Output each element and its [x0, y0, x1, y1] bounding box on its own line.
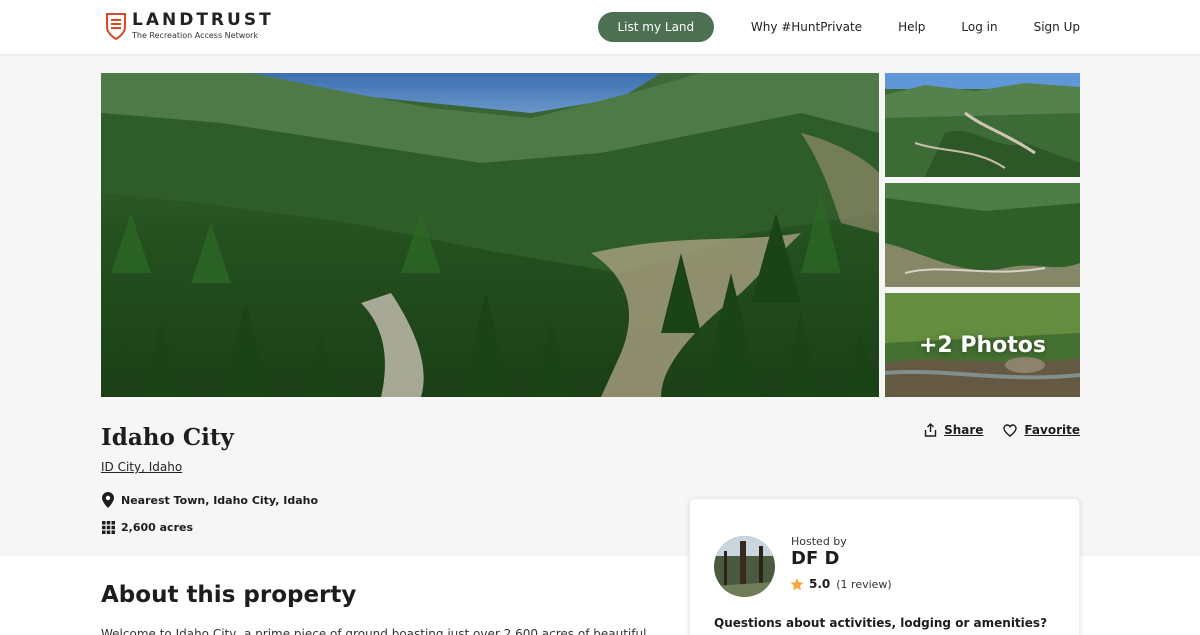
thumbnail-photo-1[interactable] [885, 73, 1080, 177]
main-nav: List my Land Why #HuntPrivate Help Log i… [597, 12, 1080, 42]
about-title: About this property [101, 582, 357, 608]
favorite-label: Favorite [1024, 423, 1080, 437]
property-actions: Share Favorite [924, 423, 1080, 437]
grid-icon [101, 519, 115, 535]
review-count[interactable]: (1 review) [836, 578, 891, 591]
star-icon [790, 577, 804, 590]
photo-gallery: +2 Photos [101, 73, 1080, 397]
host-rating: 5.0 (1 review) [790, 577, 892, 591]
favorite-button[interactable]: Favorite [1003, 423, 1080, 437]
logo-title: LANDTRUST [132, 10, 274, 30]
shield-logo-icon [106, 13, 126, 40]
thumbnail-photo-2[interactable] [885, 183, 1080, 287]
more-photos-label[interactable]: +2 Photos [885, 293, 1080, 397]
host-card: Hosted by DF D 5.0 (1 review) Questions … [689, 498, 1080, 635]
logo-subtitle: The Recreation Access Network [132, 31, 259, 40]
list-my-land-button[interactable]: List my Land [597, 12, 714, 42]
nav-sign-up[interactable]: Sign Up [1034, 20, 1080, 34]
nav-log-in[interactable]: Log in [961, 20, 997, 34]
about-text: Welcome to Idaho City, a prime piece of … [101, 627, 647, 635]
heart-icon [1003, 423, 1018, 437]
property-title: Idaho City [101, 424, 234, 451]
site-header: LANDTRUST The Recreation Access Network … [0, 0, 1200, 54]
property-location-link[interactable]: ID City, Idaho [101, 460, 182, 474]
nearest-town-row: Nearest Town, Idaho City, Idaho [101, 492, 318, 508]
share-label: Share [944, 423, 984, 437]
nearest-town-text: Nearest Town, Idaho City, Idaho [121, 493, 319, 507]
nav-help[interactable]: Help [898, 20, 925, 34]
nav-why-huntprivate[interactable]: Why #HuntPrivate [751, 20, 862, 34]
location-pin-icon [101, 492, 115, 508]
share-button[interactable]: Share [924, 423, 983, 437]
host-name[interactable]: DF D [791, 548, 839, 569]
landtrust-logo[interactable]: LANDTRUST The Recreation Access Network [106, 12, 274, 41]
host-avatar[interactable] [714, 536, 775, 597]
main-photo[interactable] [101, 73, 879, 397]
rating-value: 5.0 [809, 577, 831, 591]
acres-row: 2,600 acres [101, 519, 193, 535]
hosted-by-label: Hosted by [791, 535, 847, 548]
thumbnail-more-photos[interactable]: +2 Photos [885, 293, 1080, 397]
share-icon [924, 423, 937, 437]
acres-text: 2,600 acres [121, 520, 193, 534]
questions-heading: Questions about activities, lodging or a… [714, 616, 1048, 630]
